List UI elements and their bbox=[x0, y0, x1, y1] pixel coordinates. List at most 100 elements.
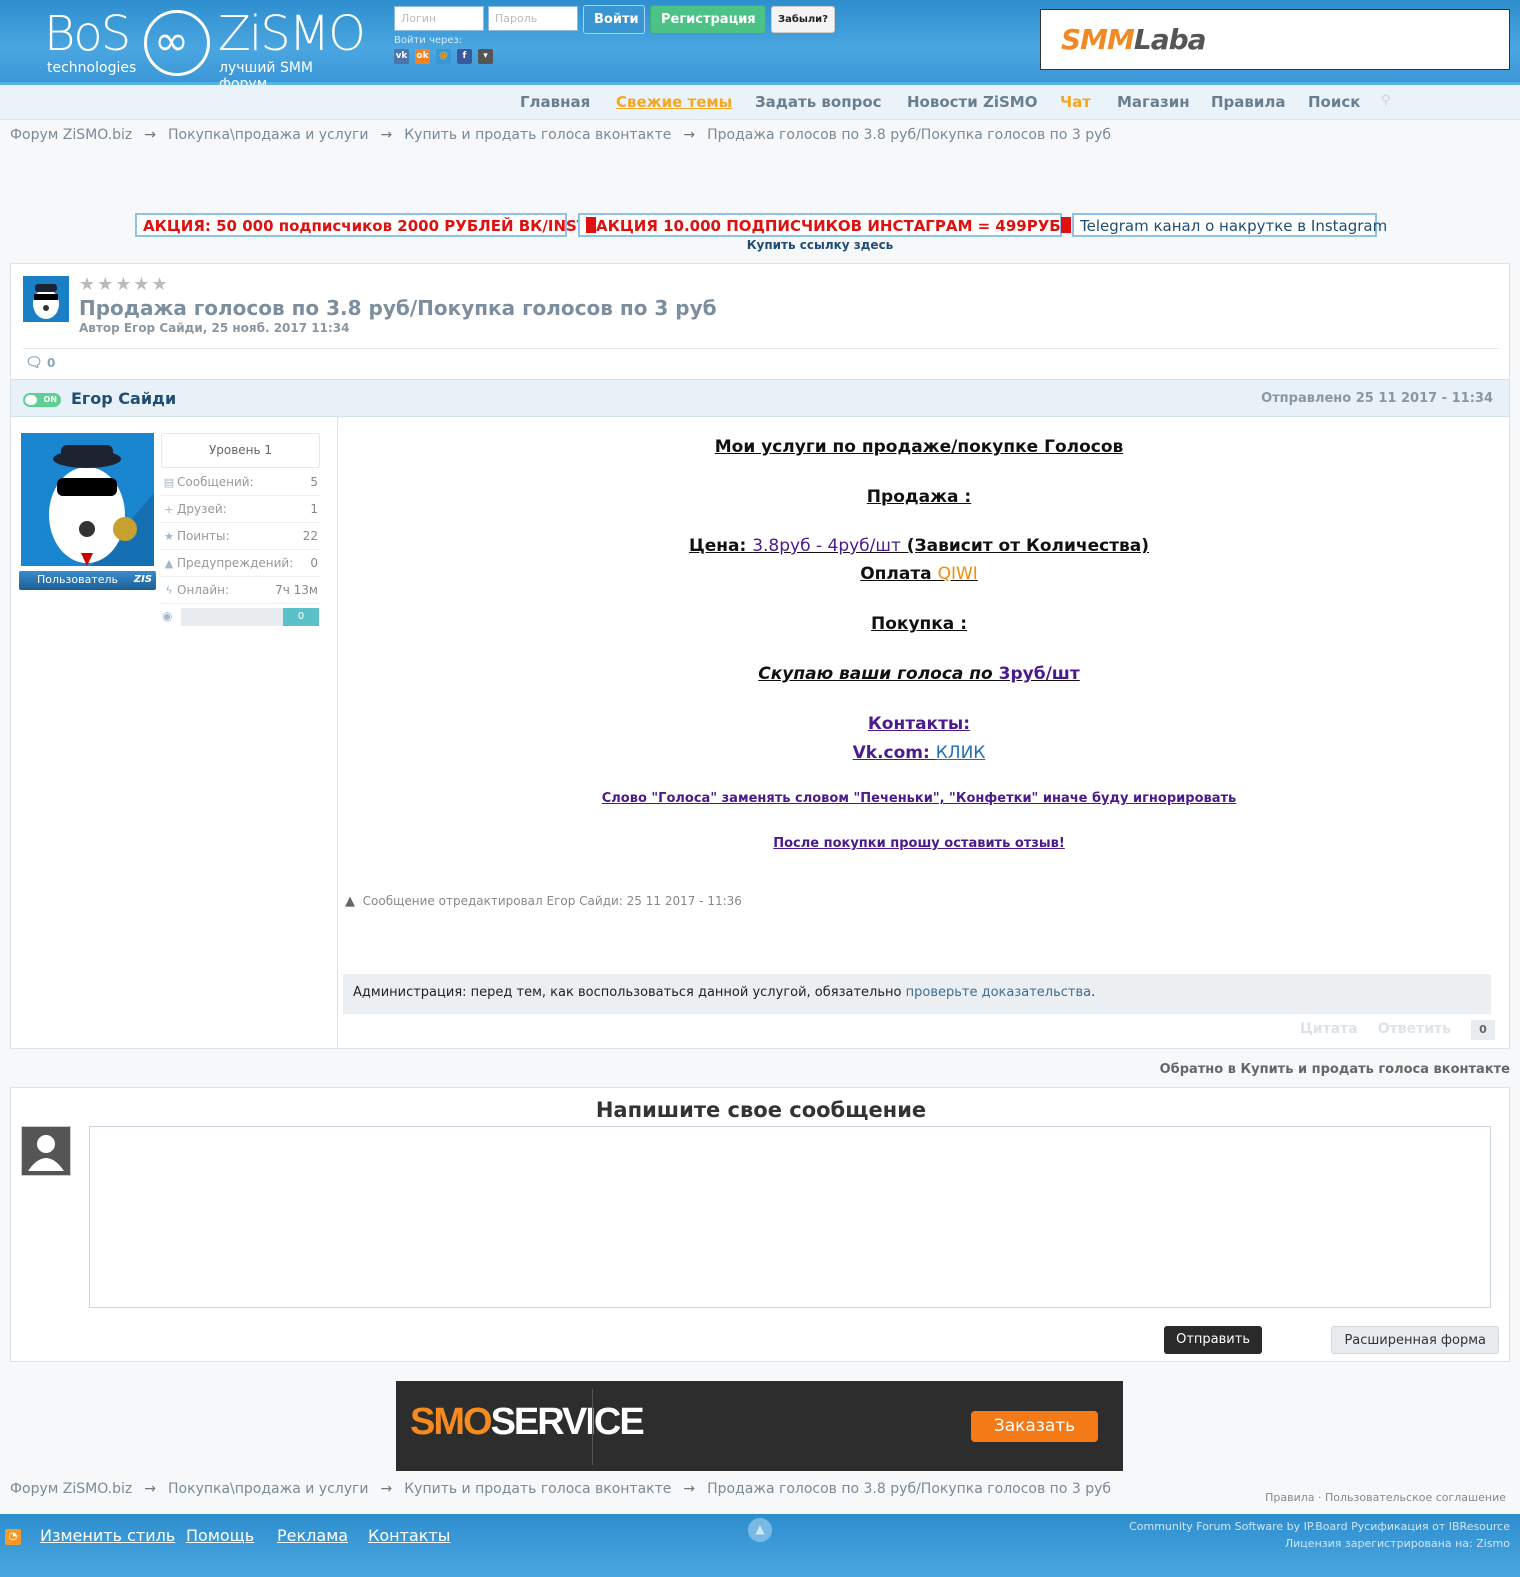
breadcrumb-forum[interactable]: Форум ZiSMO.biz bbox=[10, 1481, 132, 1497]
arrow-icon: → bbox=[144, 1481, 157, 1497]
odnoklassniki-icon[interactable]: ok bbox=[415, 49, 430, 64]
smmlaba-logo-a: SMM bbox=[1061, 23, 1135, 56]
author-avatar-large[interactable] bbox=[21, 433, 154, 566]
reputation-count[interactable]: 0 bbox=[1471, 1020, 1495, 1040]
post-author-name[interactable]: Егор Сайди bbox=[71, 389, 176, 408]
site-footer: ◔ Изменить стиль Помощь Реклама Контакты… bbox=[0, 1514, 1520, 1577]
eye-icon: ◉ bbox=[162, 609, 173, 623]
promo-banner-1[interactable]: АКЦИЯ: 50 000 подписчиков 2000 РУБЛЕЙ ВК… bbox=[135, 213, 587, 237]
breadcrumb-category[interactable]: Покупка\продажа и услуги bbox=[168, 1481, 368, 1497]
smoservice-banner[interactable]: SMOSERVICE Заказать bbox=[396, 1381, 1123, 1471]
divider bbox=[592, 1389, 593, 1465]
logo-text-right: ZiSMO bbox=[218, 6, 366, 62]
forgot-password-button[interactable]: Забыли? bbox=[771, 6, 835, 33]
sale-heading: Продажа : bbox=[866, 487, 972, 507]
login-input[interactable]: Логин bbox=[394, 6, 484, 31]
nav-fresh-topics[interactable]: Свежие темы bbox=[616, 93, 732, 111]
rss-icon[interactable]: ◔ bbox=[5, 1529, 21, 1545]
user-role: Пользователь bbox=[37, 573, 119, 586]
nav-search[interactable]: Поиск bbox=[1308, 93, 1360, 111]
social-login-label: Войти через: bbox=[394, 35, 463, 46]
nav-shop[interactable]: Магазин bbox=[1117, 93, 1190, 111]
copyright-line-2: Лицензия зарегистрирована на: Zismo bbox=[1284, 1537, 1510, 1550]
breadcrumb-forum[interactable]: Форум ZiSMO.biz bbox=[10, 127, 132, 143]
scroll-to-top-icon[interactable]: ▲ bbox=[748, 1518, 772, 1542]
topic-title: Продажа голосов по 3.8 руб/Покупка голос… bbox=[79, 296, 717, 320]
register-button[interactable]: Регистрация bbox=[650, 5, 766, 34]
password-input[interactable]: Пароль bbox=[488, 6, 578, 31]
stat-online: ϟ Онлайн: 7ч 13м bbox=[161, 577, 320, 604]
reply-button[interactable]: Ответить bbox=[1378, 1021, 1451, 1037]
quote-button[interactable]: Цитата bbox=[1300, 1021, 1358, 1037]
edit-notice: ▲ Сообщение отредактировал Егор Сайди: 2… bbox=[345, 894, 742, 909]
promo-banner-3[interactable]: Telegram канал о накрутке в Instagram bbox=[1072, 213, 1387, 237]
buy-price: 3руб/шт bbox=[998, 664, 1080, 684]
vk-link[interactable]: КЛИК bbox=[936, 743, 986, 763]
rating-stars[interactable]: ★★★★★ bbox=[79, 274, 170, 295]
author-avatar[interactable] bbox=[23, 276, 69, 322]
send-button[interactable]: Отправить bbox=[1164, 1326, 1262, 1354]
footer-change-style[interactable]: Изменить стиль bbox=[40, 1526, 175, 1545]
nav-news[interactable]: Новости ZiSMO bbox=[907, 93, 1037, 111]
buy-text: Скупаю ваши голоса по bbox=[758, 664, 999, 684]
map-pin-icon[interactable]: ⚲ bbox=[1381, 93, 1391, 108]
stat-label: Поинты: bbox=[177, 529, 230, 543]
stat-value: 5 bbox=[310, 475, 318, 489]
price-value: 3.8руб - 4руб/шт bbox=[752, 536, 901, 556]
vk-icon[interactable]: vk bbox=[394, 49, 409, 64]
post-date: Отправлено 25 11 2017 - 11:34 bbox=[1261, 391, 1493, 406]
login-button[interactable]: Войти bbox=[583, 5, 645, 34]
reply-textarea[interactable] bbox=[89, 1126, 1491, 1308]
comment-count-value: 0 bbox=[46, 356, 56, 370]
footer-help[interactable]: Помощь bbox=[186, 1526, 254, 1545]
stat-value: 1 bbox=[310, 502, 318, 516]
purchase-heading: Покупка : bbox=[871, 614, 967, 634]
nav-chat[interactable]: Чат bbox=[1060, 93, 1091, 111]
footer-ads[interactable]: Реклама bbox=[277, 1526, 348, 1545]
advanced-form-button[interactable]: Расширенная форма bbox=[1331, 1326, 1499, 1354]
nav-home[interactable]: Главная bbox=[520, 93, 590, 111]
infinity-icon: ∞ bbox=[154, 16, 189, 65]
user-avatar-placeholder bbox=[21, 1126, 71, 1176]
back-to-forum-link[interactable]: Обратно в Купить и продать голоса вконта… bbox=[1160, 1062, 1510, 1077]
role-tag: ZIS bbox=[133, 574, 152, 585]
arrow-icon: → bbox=[683, 1481, 696, 1497]
buy-link[interactable]: Купить ссылку здесь bbox=[578, 238, 1062, 252]
vk-label: Vk.com: bbox=[852, 743, 936, 763]
smmlaba-logo: SMMLaba bbox=[1061, 23, 1207, 56]
stat-friends: + Друзей: 1 bbox=[161, 496, 320, 523]
admin-proof-link[interactable]: проверьте доказательства bbox=[906, 985, 1092, 1000]
stat-value: 22 bbox=[302, 529, 318, 543]
post: Пользователь ZIS Уровень 1 ▤ Сообщений: 5 +… bbox=[10, 417, 1510, 1049]
footer-contacts[interactable]: Контакты bbox=[368, 1526, 450, 1545]
contacts-heading: Контакты: bbox=[867, 714, 971, 734]
dropdown-icon[interactable]: ▾ bbox=[478, 49, 493, 64]
nav-ask-question[interactable]: Задать вопрос bbox=[755, 93, 882, 111]
facebook-icon[interactable]: f bbox=[457, 49, 472, 64]
divider bbox=[23, 348, 1499, 349]
breadcrumb-subforum[interactable]: Купить и продать голоса вконтакте bbox=[404, 127, 671, 143]
post-heading: Мои услуги по продаже/покупке Голосов bbox=[714, 437, 1124, 457]
user-role-badge: Пользователь ZIS bbox=[19, 571, 156, 590]
buy-line: Скупаю ваши голоса по 3руб/шт bbox=[339, 664, 1499, 684]
mail-icon[interactable]: @ bbox=[436, 49, 451, 64]
nav-rules[interactable]: Правила bbox=[1211, 93, 1286, 111]
vk-line: Vk.com: КЛИК bbox=[339, 743, 1499, 763]
reply-form: Напишите свое сообщение Отправить Расшир… bbox=[10, 1087, 1510, 1362]
comment-count[interactable]: 🗨 0 bbox=[25, 355, 55, 371]
breadcrumb-subforum[interactable]: Купить и продать голоса вконтакте bbox=[404, 1481, 671, 1497]
footer-legal-links[interactable]: Правила · Пользовательское соглашение bbox=[1265, 1491, 1506, 1504]
breadcrumb-category[interactable]: Покупка\продажа и услуги bbox=[168, 127, 368, 143]
price-note: (Зависит от Количества) bbox=[900, 536, 1150, 556]
site-logo[interactable]: BoS ∞ ZiSMO technologies лучший SMM фору… bbox=[44, 4, 366, 92]
smmlaba-banner[interactable]: SMMLaba bbox=[1040, 9, 1510, 70]
order-button[interactable]: Заказать bbox=[971, 1411, 1098, 1442]
red-square-icon bbox=[1060, 217, 1071, 233]
stat-label: Предупреждений: bbox=[177, 556, 294, 570]
stat-label: Сообщений: bbox=[177, 475, 254, 489]
reply-title: Напишите свое сообщение bbox=[595, 1098, 927, 1122]
arrow-icon: → bbox=[380, 1481, 393, 1497]
smoservice-logo-a: SMO bbox=[410, 1401, 493, 1443]
promo-banner-2-text: АКЦИЯ 10.000 ПОДПИСЧИКОВ ИНСТАГРАМ = 499… bbox=[596, 217, 1061, 235]
promo-banner-2[interactable]: АКЦИЯ 10.000 ПОДПИСЧИКОВ ИНСТАГРАМ = 499… bbox=[578, 213, 1071, 237]
